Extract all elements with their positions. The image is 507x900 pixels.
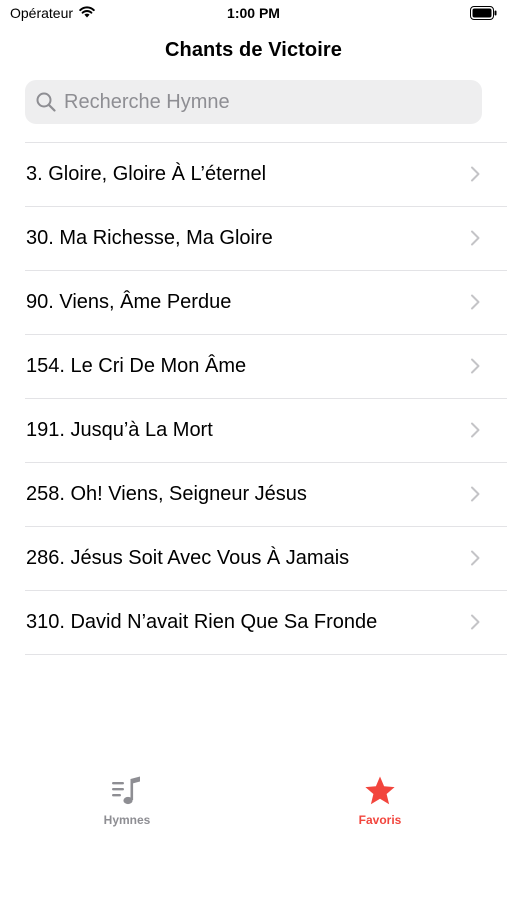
tab-bar: Hymnes Favoris	[0, 760, 507, 840]
page-title: Chants de Victoire	[164, 39, 343, 61]
hymn-list: 3. Gloire, Gloire À L’éternel 30. Ma Ric…	[25, 142, 507, 655]
list-item[interactable]: 258. Oh! Viens, Seigneur Jésus	[25, 462, 507, 526]
hymn-title: 90. Viens, Âme Perdue	[26, 291, 232, 313]
star-icon	[320, 774, 440, 808]
chevron-right-icon	[470, 358, 480, 379]
list-item[interactable]: 3. Gloire, Gloire À L’éternel	[25, 142, 507, 206]
search-bar[interactable]	[25, 80, 482, 124]
clock: 1:00 PM	[227, 5, 280, 21]
battery-icon	[470, 6, 497, 20]
hymn-title: 191. Jusqu’à La Mort	[26, 419, 213, 441]
chevron-right-icon	[470, 166, 480, 187]
list-item[interactable]: 286. Jésus Soit Avec Vous À Jamais	[25, 526, 507, 590]
chevron-right-icon	[470, 294, 480, 315]
list-item[interactable]: 154. Le Cri De Mon Âme	[25, 334, 507, 398]
chevron-right-icon	[470, 422, 480, 443]
list-item[interactable]: 310. David N’avait Rien Que Sa Fronde	[25, 590, 507, 655]
hymn-title: 286. Jésus Soit Avec Vous À Jamais	[26, 547, 350, 569]
hymn-title: 258. Oh! Viens, Seigneur Jésus	[26, 483, 307, 505]
music-list-icon	[67, 774, 187, 808]
chevron-right-icon	[470, 614, 480, 635]
list-item[interactable]: 90. Viens, Âme Perdue	[25, 270, 507, 334]
hymn-title: 310. David N’avait Rien Que Sa Fronde	[26, 611, 378, 633]
list-item[interactable]: 191. Jusqu’à La Mort	[25, 398, 507, 462]
list-item[interactable]: 30. Ma Richesse, Ma Gloire	[25, 206, 507, 270]
tab-favoris[interactable]: Favoris	[320, 774, 440, 827]
chevron-right-icon	[470, 230, 480, 251]
screen: Opérateur 1:00 PM Chants de Victoire Rec…	[0, 0, 507, 900]
chevron-right-icon	[470, 550, 480, 571]
tab-favoris-label: Favoris	[358, 813, 402, 827]
search-input[interactable]	[64, 90, 464, 114]
hymn-title: 154. Le Cri De Mon Âme	[26, 355, 247, 377]
tab-hymnes[interactable]: Hymnes	[67, 774, 187, 827]
status-bar: Opérateur 1:00 PM	[0, 0, 507, 28]
chevron-right-icon	[470, 486, 480, 507]
hymn-title: 3. Gloire, Gloire À L’éternel	[26, 163, 267, 185]
hymn-title: 30. Ma Richesse, Ma Gloire	[26, 227, 273, 249]
search-icon	[25, 92, 56, 112]
tab-hymnes-label: Hymnes	[103, 813, 151, 827]
